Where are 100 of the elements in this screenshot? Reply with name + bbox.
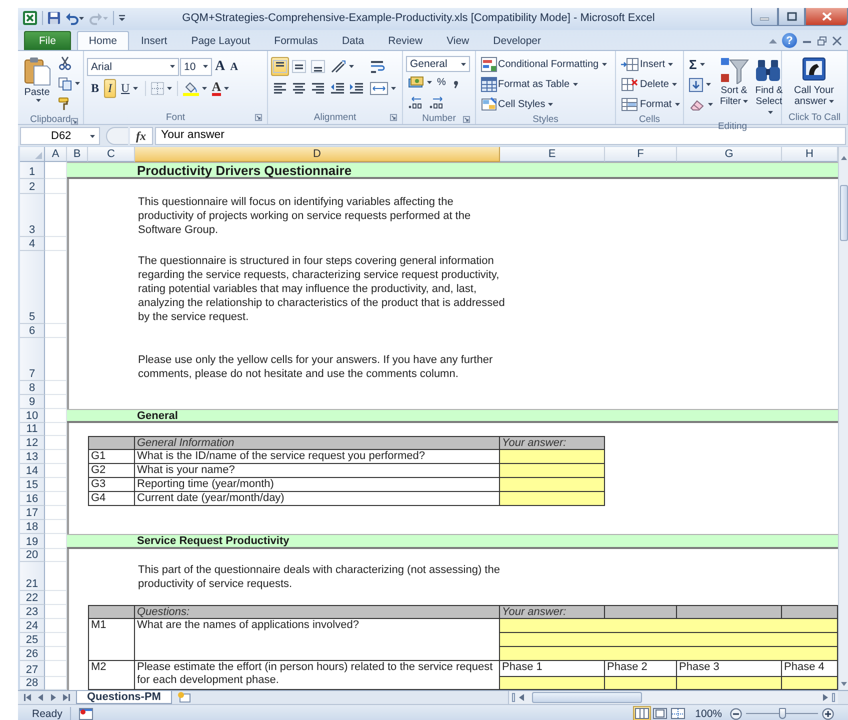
answer-field[interactable] <box>500 633 838 647</box>
row-header[interactable]: 24 <box>20 619 45 633</box>
ribbon-tab[interactable]: Insert <box>128 31 180 50</box>
slider-thumb[interactable] <box>779 708 786 718</box>
ribbon-tab[interactable]: Page Layout <box>179 31 262 50</box>
row-header[interactable]: 16 <box>20 492 45 506</box>
next-sheet-icon[interactable] <box>50 694 57 701</box>
sort-filter-button[interactable]: Sort & Filter <box>718 53 750 121</box>
row-header[interactable]: 25 <box>20 633 45 647</box>
answer-field[interactable] <box>500 478 605 492</box>
underline-button[interactable]: U <box>117 79 142 98</box>
column-header[interactable]: F <box>605 147 677 162</box>
row-header[interactable]: 11 <box>20 423 45 436</box>
format-button[interactable]: Format <box>619 95 682 114</box>
row-header[interactable]: 4 <box>20 237 45 251</box>
row-header[interactable]: 8 <box>20 381 45 395</box>
row-header[interactable]: 23 <box>20 605 45 619</box>
row-header[interactable]: 21 <box>20 562 45 591</box>
ribbon-tab[interactable]: View <box>434 31 482 50</box>
macro-record-icon[interactable] <box>79 708 94 720</box>
conditional-formatting-button[interactable]: Conditional Formatting <box>479 55 609 74</box>
percent-button[interactable]: % <box>435 73 448 92</box>
ribbon-tab[interactable]: Developer <box>481 31 554 50</box>
borders-button[interactable] <box>148 79 174 98</box>
row-header[interactable]: 27 <box>20 661 45 677</box>
dialog-launcher-icon[interactable] <box>463 116 470 123</box>
grow-font-button[interactable]: A <box>213 57 228 76</box>
insert-button[interactable]: Insert <box>619 55 682 74</box>
autosum-button[interactable]: Σ <box>687 55 715 74</box>
delete-button[interactable]: Delete <box>619 75 682 94</box>
undo-icon[interactable] <box>65 11 85 25</box>
row-header[interactable]: 20 <box>20 549 45 562</box>
answer-field[interactable] <box>605 677 677 690</box>
column-header[interactable]: E <box>500 147 605 162</box>
answer-field[interactable] <box>782 677 838 690</box>
column-header[interactable]: B <box>67 147 88 162</box>
name-box[interactable]: D62 <box>20 127 100 145</box>
answer-field[interactable] <box>500 464 605 478</box>
save-icon[interactable] <box>47 11 61 25</box>
row-header[interactable]: 12 <box>20 436 45 450</box>
zoom-level[interactable]: 100% <box>695 708 722 720</box>
formula-bar-handle[interactable] <box>106 127 128 145</box>
row-header[interactable]: 7 <box>20 338 45 381</box>
sheet-tab[interactable]: Questions-PM <box>76 691 172 704</box>
row-header[interactable]: 1 <box>20 162 45 179</box>
horizontal-scrollbar[interactable] <box>508 691 838 704</box>
middle-align-button[interactable] <box>290 57 308 76</box>
minimize-ribbon-icon[interactable] <box>769 38 777 44</box>
customize-toolbar-icon[interactable] <box>118 13 126 23</box>
number-format-field[interactable]: General <box>406 56 470 72</box>
insert-function-button[interactable]: fx <box>130 127 153 145</box>
answer-field[interactable] <box>500 450 605 464</box>
shrink-font-button[interactable]: A <box>228 57 240 76</box>
vertical-scrollbar[interactable] <box>838 147 848 690</box>
row-header[interactable]: 22 <box>20 591 45 605</box>
bottom-align-button[interactable] <box>309 57 327 76</box>
font-size-field[interactable]: 10 <box>180 58 212 76</box>
cell-styles-button[interactable]: Cell Styles <box>479 95 609 114</box>
dialog-launcher-icon[interactable] <box>255 114 262 121</box>
app-icon[interactable] <box>22 10 38 26</box>
row-header[interactable]: 17 <box>20 506 45 520</box>
file-tab[interactable]: File <box>24 31 71 50</box>
font-color-button[interactable]: A <box>210 79 232 98</box>
call-button[interactable]: Call Your answer <box>785 53 843 110</box>
row-header[interactable]: 13 <box>20 450 45 464</box>
column-header[interactable]: H <box>782 147 838 162</box>
ribbon-tab[interactable]: Home <box>76 31 129 50</box>
italic-button[interactable]: I <box>104 79 116 98</box>
cut-icon[interactable] <box>58 56 72 70</box>
split-box-icon[interactable] <box>512 693 515 702</box>
column-header[interactable]: A <box>45 147 67 162</box>
find-select-button[interactable]: Find & Select <box>753 53 785 121</box>
dialog-launcher-icon[interactable] <box>390 114 397 121</box>
scroll-left-icon[interactable] <box>519 694 524 701</box>
close-button[interactable] <box>805 8 848 26</box>
row-header[interactable]: 18 <box>20 520 45 534</box>
format-as-table-button[interactable]: Format as Table <box>479 75 609 94</box>
row-header[interactable]: 19 <box>20 534 45 549</box>
normal-view-button[interactable] <box>633 706 652 720</box>
page-break-view-button[interactable] <box>669 706 688 720</box>
paste-button[interactable]: Paste <box>21 53 53 114</box>
answer-field[interactable] <box>500 677 605 690</box>
scrollbar-thumb[interactable] <box>840 185 848 241</box>
scroll-right-icon[interactable] <box>823 694 828 701</box>
answer-field[interactable] <box>677 677 782 690</box>
scrollbar-thumb[interactable] <box>532 692 642 703</box>
workbook-close-icon[interactable] <box>832 36 842 46</box>
scroll-down-icon[interactable] <box>840 681 848 687</box>
row-header[interactable]: 15 <box>20 478 45 492</box>
column-header[interactable]: C <box>88 147 135 162</box>
maximize-button[interactable] <box>778 8 805 26</box>
row-header[interactable]: 6 <box>20 324 45 338</box>
last-sheet-icon[interactable] <box>63 694 70 701</box>
ribbon-tab[interactable]: Data <box>330 31 376 50</box>
page-layout-view-button[interactable] <box>651 706 670 720</box>
zoom-out-icon[interactable] <box>730 708 742 720</box>
dialog-launcher-icon[interactable] <box>71 118 78 125</box>
row-header[interactable]: 10 <box>20 409 45 423</box>
row-header[interactable]: 2 <box>20 179 45 194</box>
row-header[interactable]: 5 <box>20 251 45 324</box>
